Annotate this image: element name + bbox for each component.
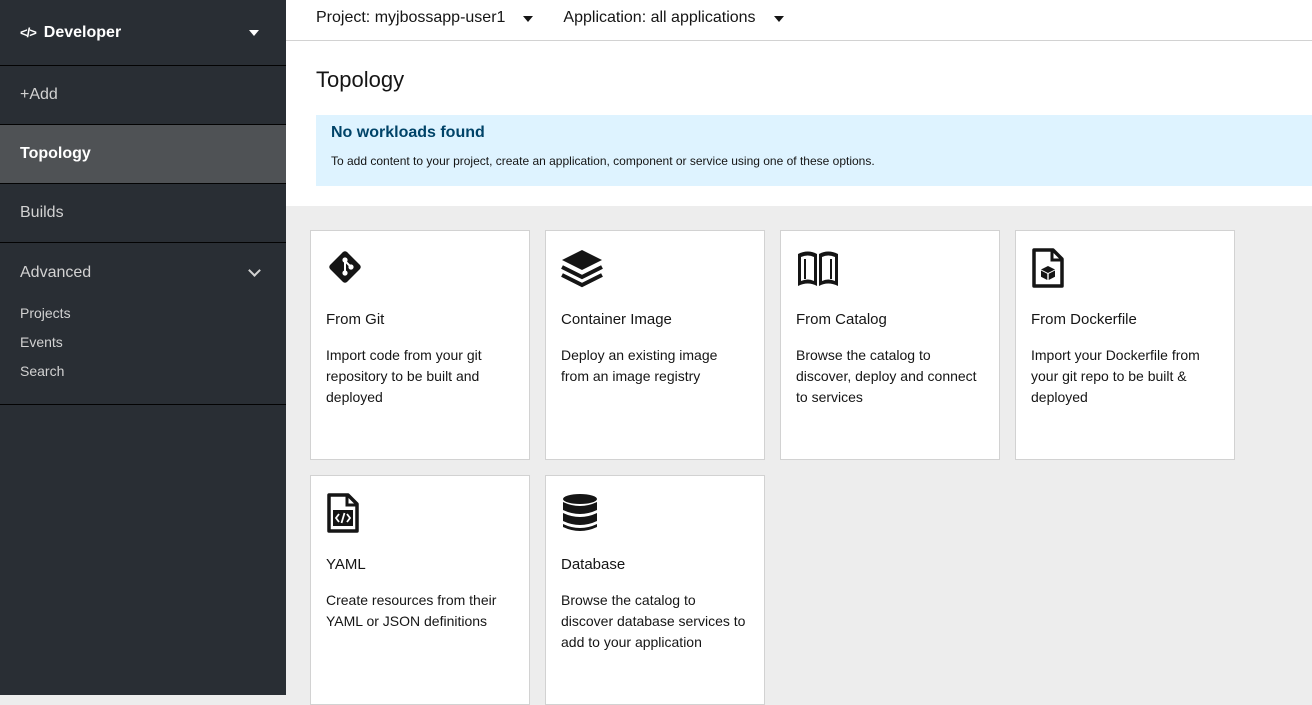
- sidebar-subitem-search[interactable]: Search: [0, 357, 286, 386]
- card-description: Browse the catalog to discover database …: [561, 592, 746, 650]
- page-title: Topology: [316, 67, 405, 92]
- book-icon: [796, 248, 984, 290]
- git-icon: [326, 248, 514, 290]
- info-alert: No workloads found To add content to you…: [316, 115, 1312, 186]
- card-title: From Catalog: [796, 311, 887, 328]
- context-bar: Project: myjbossapp-user1 Application: a…: [286, 0, 1312, 41]
- sidebar-item-label: Builds: [20, 204, 64, 221]
- card-from-dockerfile[interactable]: From Dockerfile Import your Dockerfile f…: [1015, 230, 1235, 460]
- sidebar-subitem-events[interactable]: Events: [0, 328, 286, 357]
- sidebar-item-builds[interactable]: Builds: [0, 184, 286, 243]
- card-title: From Git: [326, 311, 385, 328]
- advanced-group: Advanced Projects Events Search: [0, 243, 286, 405]
- dockerfile-icon: [1031, 248, 1219, 290]
- sidebar-item-advanced[interactable]: Advanced: [0, 243, 286, 302]
- card-title: YAML: [326, 556, 366, 573]
- card-yaml[interactable]: YAML Create resources from their YAML or…: [310, 475, 530, 705]
- project-dropdown-label: Project: myjbossapp-user1: [316, 8, 506, 26]
- sidebar-item-label: Topology: [20, 145, 91, 162]
- sidebar-subitem-projects[interactable]: Projects: [0, 299, 286, 328]
- code-icon: </>: [20, 25, 37, 40]
- sidebar-item-label: Advanced: [20, 263, 92, 281]
- perspective-label: Developer: [43, 23, 122, 41]
- alert-body: To add content to your project, create a…: [331, 154, 875, 168]
- card-from-catalog[interactable]: From Catalog Browse the catalog to disco…: [780, 230, 1000, 460]
- card-description: Browse the catalog to discover, deploy a…: [796, 347, 977, 405]
- card-database[interactable]: Database Browse the catalog to discover …: [545, 475, 765, 705]
- sidebar-item-add[interactable]: +Add: [0, 66, 286, 125]
- card-description: Import code from your git repository to …: [326, 347, 482, 405]
- code-file-icon: [326, 493, 514, 535]
- card-from-git[interactable]: From Git Import code from your git repos…: [310, 230, 530, 460]
- project-dropdown[interactable]: Project: myjbossapp-user1: [316, 8, 534, 27]
- card-description: Create resources from their YAML or JSON…: [326, 592, 497, 629]
- sidebar-item-topology[interactable]: Topology: [0, 125, 286, 184]
- database-icon: [561, 493, 749, 535]
- card-title: Container Image: [561, 311, 672, 328]
- layers-icon: [561, 248, 749, 290]
- page-header: Topology No workloads found To add conte…: [286, 41, 1312, 206]
- application-dropdown[interactable]: Application: all applications: [563, 8, 784, 27]
- sidebar-item-label: +Add: [20, 86, 58, 103]
- sidebar: </> Developer +Add Topology Builds Advan…: [0, 0, 286, 695]
- caret-down-icon: [773, 15, 784, 22]
- application-dropdown-label: Application: all applications: [563, 8, 756, 26]
- perspective-switcher[interactable]: </> Developer: [0, 0, 286, 66]
- chevron-down-icon: [248, 263, 261, 277]
- card-title: Database: [561, 556, 626, 573]
- card-description: Import your Dockerfile from your git rep…: [1031, 347, 1200, 405]
- alert-title: No workloads found: [331, 124, 485, 141]
- card-title: From Dockerfile: [1031, 311, 1137, 328]
- card-description: Deploy an existing image from an image r…: [561, 347, 718, 384]
- caret-down-icon: [523, 15, 534, 22]
- card-container-image[interactable]: Container Image Deploy an existing image…: [545, 230, 765, 460]
- caret-down-icon: [249, 29, 259, 36]
